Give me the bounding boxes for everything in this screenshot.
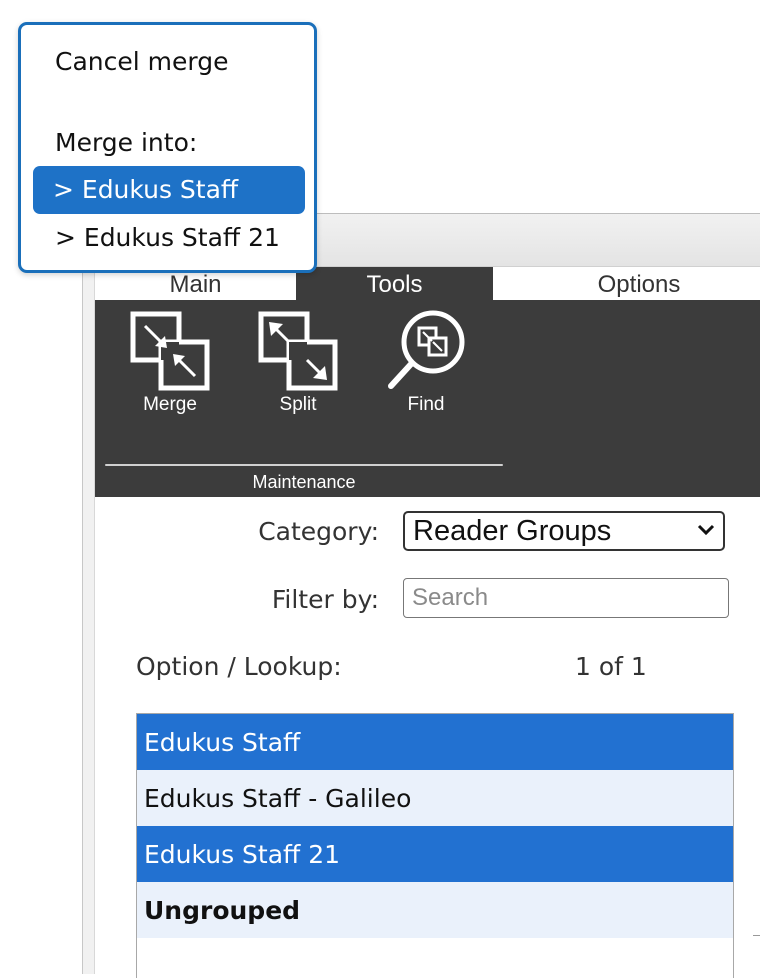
merge-label: Merge: [143, 394, 197, 415]
search-input[interactable]: [403, 578, 729, 618]
merge-icon: [130, 311, 210, 391]
filter-label: Filter by:: [271, 585, 379, 614]
app-window: Main Tools Options Merge Split Find Main…: [82, 213, 760, 978]
find-magnifier-icon: [388, 310, 465, 389]
split-label: Split: [279, 394, 317, 415]
category-select-value: Reader Groups: [413, 515, 612, 547]
find-button[interactable]: Find: [371, 308, 481, 420]
category-label: Category:: [258, 517, 379, 546]
tab-options[interactable]: Options: [493, 267, 760, 300]
window-body: Main Tools Options Merge Split Find Main…: [94, 267, 760, 978]
option-lookup-label: Option / Lookup:: [136, 652, 342, 681]
result-counter: 1 of 1: [575, 652, 647, 681]
split-button[interactable]: Split: [243, 308, 353, 420]
list-item[interactable]: Edukus Staff: [137, 714, 733, 770]
merge-target-item[interactable]: > Edukus Staff: [33, 166, 305, 214]
lookup-list: Edukus Staff Edukus Staff - Galileo Eduk…: [136, 713, 734, 978]
cancel-merge-item[interactable]: Cancel merge: [55, 47, 228, 76]
merge-popup-menu: Cancel merge Merge into: > Edukus Staff …: [18, 22, 317, 273]
scrollbar-hint: [753, 935, 760, 936]
maintenance-group-label: Maintenance: [252, 472, 356, 492]
merge-into-header: Merge into:: [55, 128, 198, 157]
list-item[interactable]: Edukus Staff 21: [137, 826, 733, 882]
split-icon: [258, 311, 338, 391]
list-item[interactable]: Edukus Staff - Galileo: [137, 770, 733, 826]
tools-ribbon: Merge Split Find Maintenance: [95, 300, 760, 497]
merge-button[interactable]: Merge: [115, 308, 225, 420]
category-select[interactable]: Reader Groups: [403, 511, 725, 551]
group-divider: [105, 464, 503, 466]
list-item[interactable]: Ungrouped: [137, 882, 733, 938]
merge-target-item[interactable]: > Edukus Staff 21: [55, 223, 280, 252]
find-label: Find: [407, 394, 445, 415]
chevron-down-icon: [697, 524, 715, 536]
tab-tools[interactable]: Tools: [296, 267, 493, 300]
